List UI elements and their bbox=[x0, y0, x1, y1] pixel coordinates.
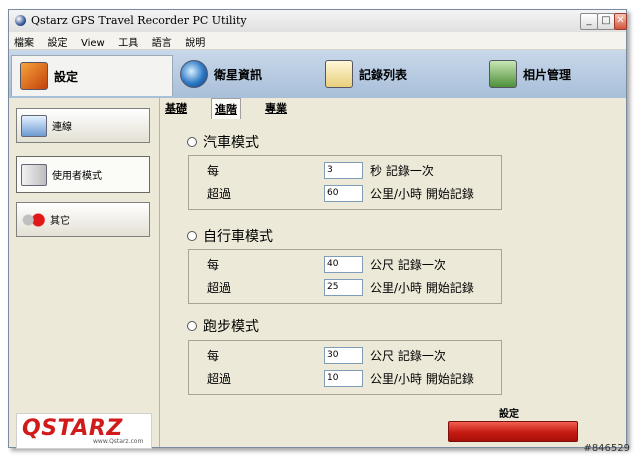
menu-bar: 檔案 設定 View 工具 語言 說明 bbox=[9, 32, 626, 50]
bike-mode-option[interactable]: 自行車模式 bbox=[187, 226, 273, 246]
bike-speed-label: 超過 bbox=[207, 280, 232, 295]
bike-speed-input[interactable] bbox=[324, 278, 363, 296]
car-speed-unit: 公里/小時 開始記錄 bbox=[370, 186, 474, 201]
connection-pc-icon bbox=[21, 114, 47, 137]
bike-mode-group: 每 公尺 記錄一次 超過 公里/小時 開始記錄 bbox=[188, 249, 502, 304]
sidebar-item-connection[interactable]: 連線 bbox=[16, 108, 150, 143]
car-mode-group: 每 秒 記錄一次 超過 公里/小時 開始記錄 bbox=[188, 155, 502, 210]
car-speed-input[interactable] bbox=[324, 184, 363, 202]
car-interval-label: 每 bbox=[207, 163, 220, 178]
car-interval-unit: 秒 記錄一次 bbox=[370, 163, 434, 178]
toolbar-settings-button[interactable]: 設定 bbox=[11, 55, 173, 96]
photo-manager-icon bbox=[489, 60, 517, 88]
run-speed-input[interactable] bbox=[324, 369, 363, 387]
car-interval-row: 每 秒 記錄一次 bbox=[207, 159, 434, 181]
toolbar-loglist-label: 記錄列表 bbox=[359, 67, 408, 82]
menu-language[interactable]: 語言 bbox=[147, 32, 177, 49]
app-globe-icon bbox=[15, 15, 26, 26]
bike-speed-row: 超過 公里/小時 開始記錄 bbox=[207, 276, 474, 298]
run-interval-label: 每 bbox=[207, 348, 220, 363]
menu-file[interactable]: 檔案 bbox=[9, 32, 39, 49]
tab-advanced[interactable]: 進階 bbox=[211, 98, 241, 119]
car-mode-title: 汽車模式 bbox=[203, 135, 259, 151]
run-interval-unit: 公尺 記錄一次 bbox=[370, 348, 446, 363]
menu-view[interactable]: View bbox=[76, 36, 110, 49]
toolbar-satellite-button[interactable]: 衛星資訊 bbox=[172, 57, 322, 91]
sidebar-item-user-mode[interactable]: 使用者模式 bbox=[16, 156, 150, 193]
sidebar-item-other[interactable]: 其它 bbox=[16, 202, 150, 237]
bike-interval-row: 每 公尺 記錄一次 bbox=[207, 253, 446, 275]
run-speed-label: 超過 bbox=[207, 371, 232, 386]
toolbar-settings-label: 設定 bbox=[54, 69, 79, 84]
save-label: 設定 bbox=[499, 409, 519, 420]
log-list-icon bbox=[325, 60, 353, 88]
car-interval-input[interactable] bbox=[324, 161, 363, 179]
sidebar: 連線 使用者模式 其它 QSTARZ www.Qstarz.com bbox=[9, 98, 160, 449]
run-mode-option[interactable]: 跑步模式 bbox=[187, 316, 259, 336]
toolbar-satellite-label: 衛星資訊 bbox=[214, 67, 263, 82]
other-traffic-light-icon bbox=[21, 209, 45, 230]
tab-basic[interactable]: 基礎 bbox=[162, 98, 190, 118]
sidebar-item-label: 使用者模式 bbox=[52, 171, 102, 182]
tab-professional[interactable]: 專業 bbox=[262, 98, 290, 118]
bike-interval-label: 每 bbox=[207, 257, 220, 272]
satellite-globe-icon bbox=[180, 60, 208, 88]
window-title: Qstarz GPS Travel Recorder PC Utility bbox=[31, 14, 247, 27]
sidebar-item-label: 連線 bbox=[52, 122, 72, 133]
bike-interval-unit: 公尺 記錄一次 bbox=[370, 257, 446, 272]
run-mode-group: 每 公尺 記錄一次 超過 公里/小時 開始記錄 bbox=[188, 340, 502, 395]
toolbar-photo-button[interactable]: 相片管理 bbox=[481, 57, 621, 91]
run-interval-input[interactable] bbox=[324, 346, 363, 364]
watermark-text: #846529 bbox=[583, 443, 630, 454]
bike-speed-unit: 公里/小時 開始記錄 bbox=[370, 280, 474, 295]
run-speed-row: 超過 公里/小時 開始記錄 bbox=[207, 367, 474, 389]
car-mode-option[interactable]: 汽車模式 bbox=[187, 132, 259, 152]
run-mode-title: 跑步模式 bbox=[203, 319, 259, 335]
car-mode-radio[interactable] bbox=[187, 137, 197, 147]
run-speed-unit: 公里/小時 開始記錄 bbox=[370, 371, 474, 386]
menu-help[interactable]: 說明 bbox=[180, 32, 210, 49]
car-speed-label: 超過 bbox=[207, 186, 232, 201]
bike-interval-input[interactable] bbox=[324, 255, 363, 273]
settings-tool-icon bbox=[20, 62, 48, 90]
bike-mode-title: 自行車模式 bbox=[203, 229, 273, 245]
maximize-button[interactable]: □ bbox=[597, 13, 615, 30]
user-mode-icon bbox=[21, 163, 47, 186]
menu-settings[interactable]: 設定 bbox=[43, 32, 73, 49]
bike-mode-radio[interactable] bbox=[187, 231, 197, 241]
menu-tools[interactable]: 工具 bbox=[113, 32, 143, 49]
main-toolbar: 設定 衛星資訊 記錄列表 相片管理 bbox=[9, 50, 626, 99]
minimize-button[interactable]: _ bbox=[580, 13, 598, 30]
sidebar-item-label: 其它 bbox=[50, 216, 70, 227]
run-interval-row: 每 公尺 記錄一次 bbox=[207, 344, 446, 366]
logo-url: www.Qstarz.com bbox=[93, 438, 144, 445]
settings-panel: 基礎 進階 專業 汽車模式 每 秒 記錄一次 超過 公里/小時 開始記錄 自行車… bbox=[160, 98, 626, 447]
toolbar-photo-label: 相片管理 bbox=[523, 67, 572, 82]
run-mode-radio[interactable] bbox=[187, 321, 197, 331]
app-window: Qstarz GPS Travel Recorder PC Utility _ … bbox=[8, 9, 627, 449]
close-button[interactable]: ✕ bbox=[614, 13, 627, 30]
title-bar[interactable]: Qstarz GPS Travel Recorder PC Utility _ … bbox=[9, 10, 627, 33]
qstarz-logo: QSTARZ www.Qstarz.com bbox=[16, 413, 152, 449]
car-speed-row: 超過 公里/小時 開始記錄 bbox=[207, 182, 474, 204]
save-button[interactable] bbox=[448, 421, 578, 442]
toolbar-loglist-button[interactable]: 記錄列表 bbox=[317, 57, 477, 91]
